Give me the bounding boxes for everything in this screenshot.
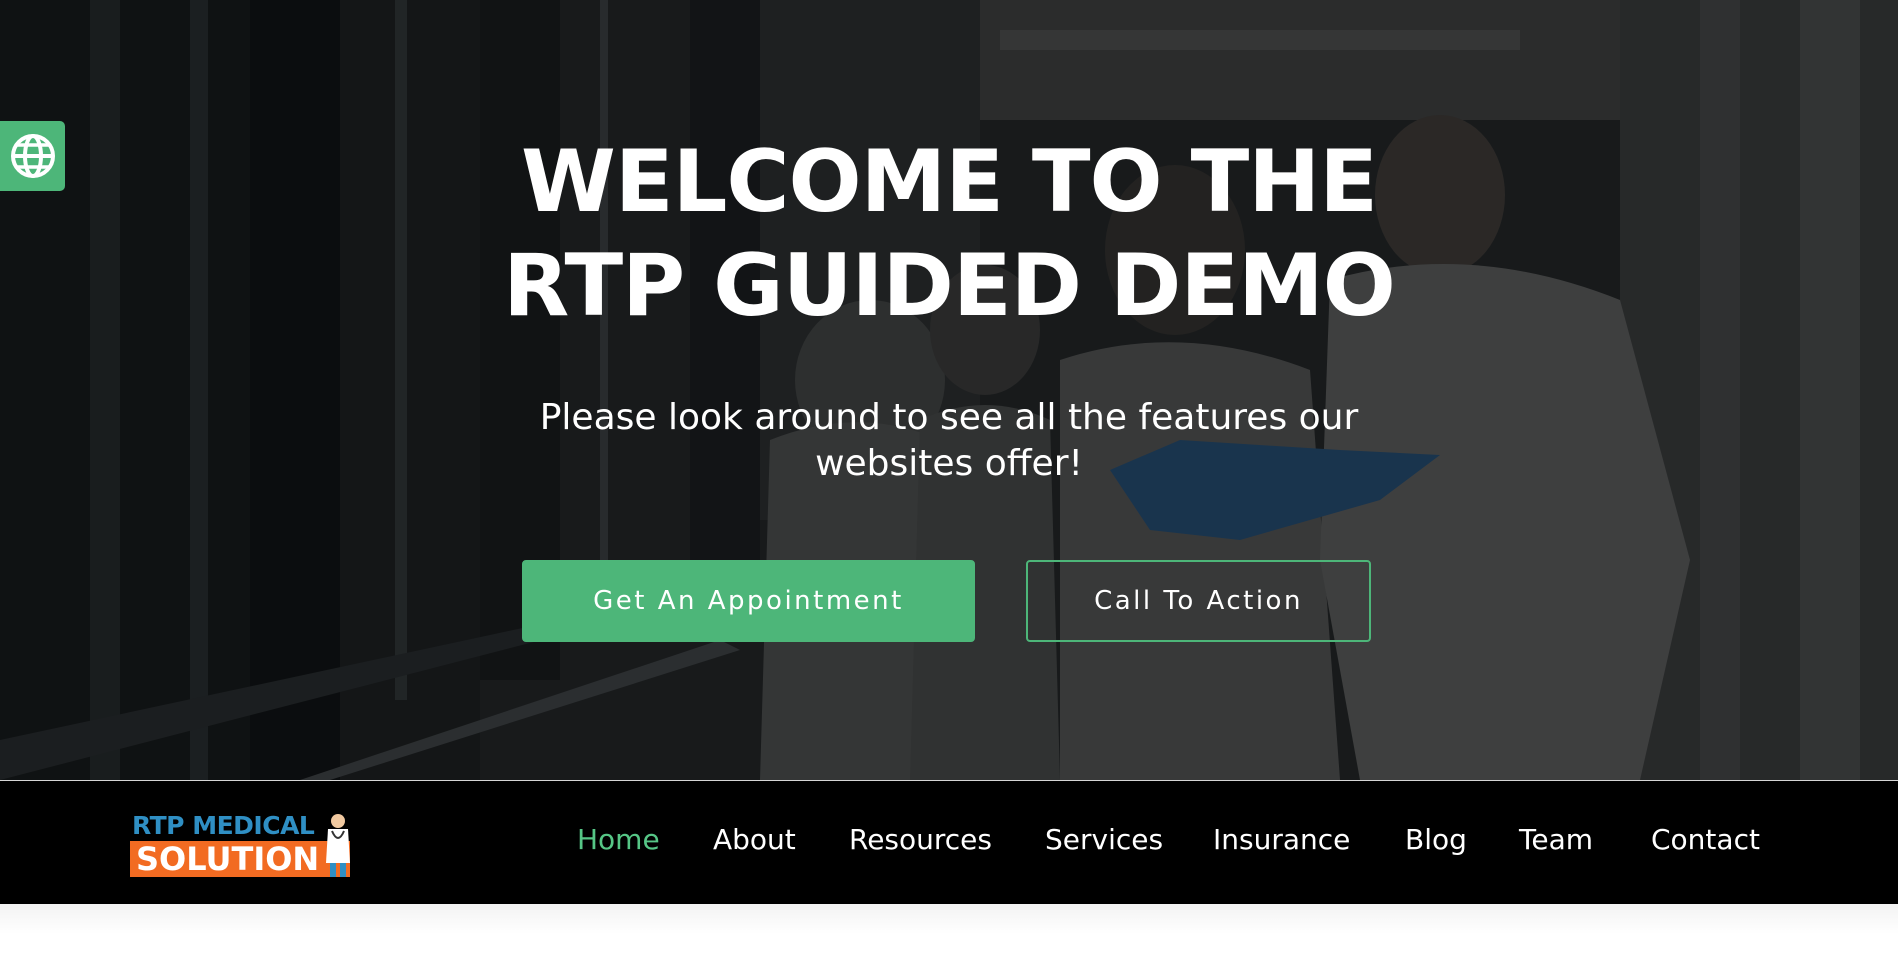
site-logo[interactable]: RTP MEDICAL SOLUTION: [130, 811, 355, 879]
nav-item-team[interactable]: Team: [1519, 823, 1593, 856]
navbar: RTP MEDICAL SOLUTION Home About Resource…: [0, 780, 1898, 904]
logo-text-bottom: SOLUTION: [130, 841, 350, 877]
hero-title-line2: RTP GUIDED DEMO: [503, 236, 1396, 336]
logo-text-top: RTP MEDICAL: [132, 811, 315, 840]
hero-title: WELCOME TO THE RTP GUIDED DEMO: [0, 130, 1898, 338]
globe-icon: [10, 134, 55, 178]
hero-overlay: [0, 0, 1898, 780]
nav-item-about[interactable]: About: [713, 823, 796, 856]
logo-doctor-figure-icon: [326, 814, 350, 877]
hero-subtitle-line2: websites offer!: [815, 443, 1083, 484]
call-to-action-button[interactable]: Call To Action: [1026, 560, 1371, 642]
hero-section: WELCOME TO THE RTP GUIDED DEMO Please lo…: [0, 0, 1898, 780]
language-button[interactable]: [0, 121, 65, 191]
page: WELCOME TO THE RTP GUIDED DEMO Please lo…: [0, 0, 1898, 962]
hero-title-line1: WELCOME TO THE: [521, 132, 1378, 232]
nav-item-insurance[interactable]: Insurance: [1213, 823, 1350, 856]
hero-subtitle: Please look around to see all the featur…: [474, 395, 1424, 487]
hero-subtitle-line1: Please look around to see all the featur…: [539, 397, 1359, 438]
nav-item-services[interactable]: Services: [1045, 823, 1163, 856]
nav-item-contact[interactable]: Contact: [1651, 823, 1760, 856]
nav-item-home[interactable]: Home: [577, 823, 660, 856]
nav-item-blog[interactable]: Blog: [1405, 823, 1467, 856]
content-area: [0, 904, 1898, 962]
get-appointment-button[interactable]: Get An Appointment: [522, 560, 975, 642]
nav-item-resources[interactable]: Resources: [849, 823, 992, 856]
